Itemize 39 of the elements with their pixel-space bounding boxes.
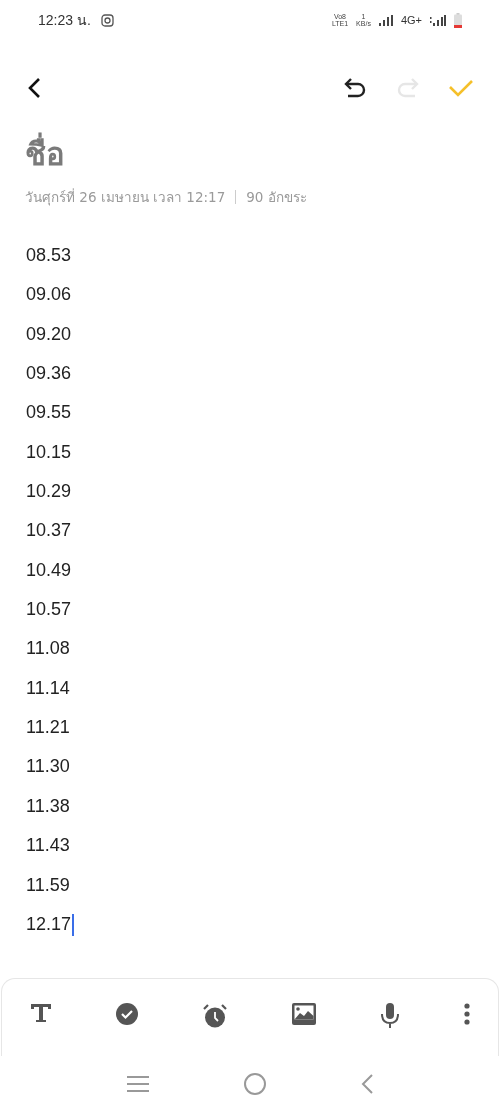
character-count: 90 อักขระ bbox=[246, 188, 307, 207]
signal-icon bbox=[430, 14, 446, 26]
signal-icon bbox=[378, 14, 393, 26]
recents-button[interactable] bbox=[126, 1074, 151, 1093]
note-line: 11.21 bbox=[26, 716, 70, 740]
note-line: 11.43 bbox=[26, 834, 70, 858]
back-button[interactable] bbox=[26, 77, 42, 99]
note-line: 11.30 bbox=[26, 755, 70, 779]
note-date: วันศุกร์ที่ 26 เมษายน เวลา 12:17 bbox=[25, 187, 226, 208]
battery-icon bbox=[454, 12, 462, 28]
note-line: 09.06 bbox=[26, 283, 72, 307]
undo-button[interactable] bbox=[342, 76, 368, 100]
home-button[interactable] bbox=[243, 1071, 267, 1096]
note-line: 09.36 bbox=[26, 362, 72, 386]
note-line: 11.59 bbox=[26, 873, 70, 897]
text-format-button[interactable] bbox=[30, 1003, 52, 1023]
back-nav-button[interactable] bbox=[359, 1072, 374, 1095]
note-line: 08.53 bbox=[26, 244, 72, 267]
image-button[interactable] bbox=[292, 1003, 316, 1025]
note-line: 09.55 bbox=[26, 401, 72, 425]
camera-app-icon bbox=[100, 13, 114, 27]
note-line: 10.15 bbox=[26, 440, 72, 464]
network-type: 4G+ bbox=[400, 14, 422, 26]
note-line: 11.38 bbox=[26, 794, 70, 818]
checklist-button[interactable] bbox=[116, 1003, 138, 1025]
text-cursor bbox=[72, 913, 75, 936]
note-title[interactable]: ชื่อ bbox=[25, 134, 500, 174]
note-line: 09.20 bbox=[26, 322, 72, 346]
alarm-button[interactable] bbox=[202, 1003, 228, 1029]
note-line: 10.29 bbox=[26, 480, 72, 504]
note-line: 11.08 bbox=[26, 637, 70, 661]
note-line: 12.17 bbox=[26, 912, 72, 936]
microphone-button[interactable] bbox=[380, 1003, 400, 1029]
more-button[interactable] bbox=[464, 1003, 470, 1025]
status-time: 12:23 น. bbox=[38, 11, 91, 30]
note-line: 11.14 bbox=[26, 676, 70, 700]
note-line: 10.37 bbox=[26, 519, 72, 543]
note-line: 10.57 bbox=[26, 598, 72, 622]
note-line: 10.49 bbox=[26, 558, 72, 582]
